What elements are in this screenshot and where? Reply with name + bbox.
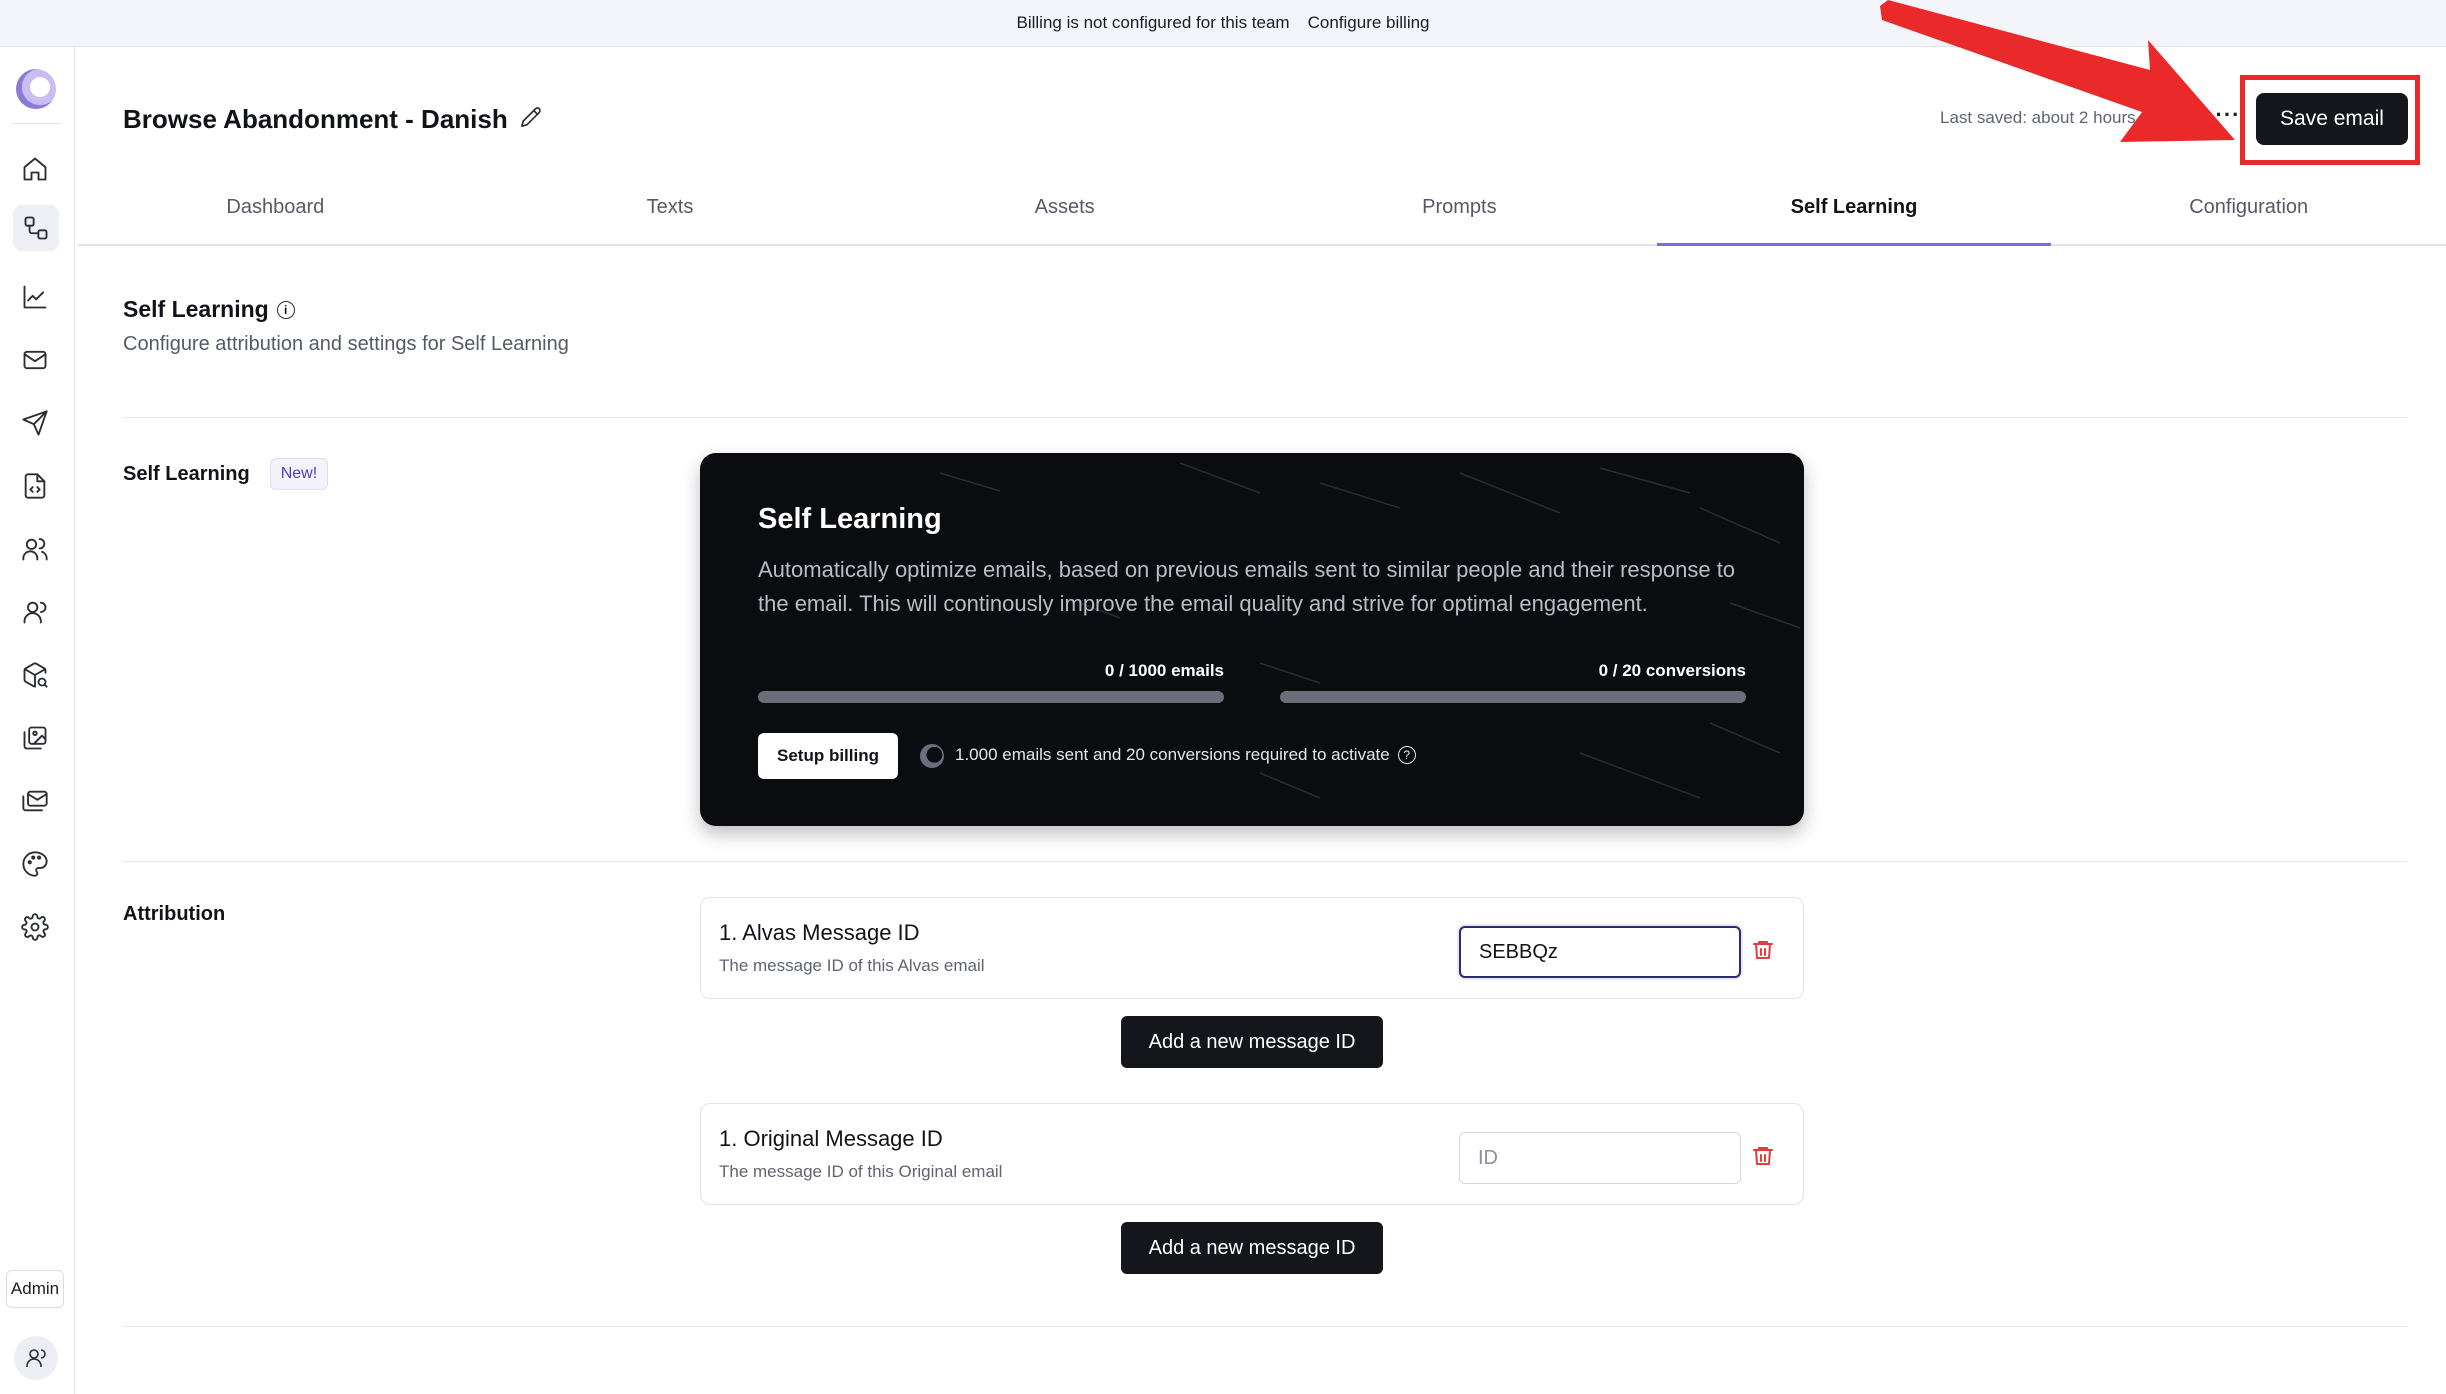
avatar[interactable] xyxy=(14,1336,58,1380)
activation-requirement: 1.000 emails sent and 20 conversions req… xyxy=(955,745,1416,765)
attr-subtitle: The message ID of this Alvas email xyxy=(719,956,985,975)
banner-message: Billing is not configured for this team xyxy=(1016,13,1290,32)
divider xyxy=(123,861,2407,862)
sidebar: Admin xyxy=(0,47,75,1394)
emails-progress-bar xyxy=(758,691,1224,703)
code-file-icon xyxy=(24,473,46,499)
info-icon[interactable]: i xyxy=(276,300,295,319)
attribution-label: Attribution xyxy=(123,903,225,926)
users-icon xyxy=(22,538,48,561)
package-search-icon xyxy=(23,662,48,688)
attr-subtitle: The message ID of this Original email xyxy=(719,1162,1003,1181)
card-description: Automatically optimize emails, based on … xyxy=(758,557,1736,616)
help-icon[interactable]: ? xyxy=(1397,746,1416,764)
sidebar-item-brand[interactable] xyxy=(19,848,51,880)
original-message-id-input[interactable] xyxy=(1459,1132,1741,1184)
tab-assets[interactable]: Assets xyxy=(867,180,1262,244)
admin-button[interactable]: Admin xyxy=(6,1270,64,1308)
tab-prompts[interactable]: Prompts xyxy=(1262,180,1657,244)
user-avatar-icon xyxy=(26,1349,46,1367)
mails-icon xyxy=(22,790,48,812)
sidebar-divider xyxy=(12,123,62,124)
image-icon xyxy=(23,726,47,750)
activation-requirement-text: 1.000 emails sent and 20 conversions req… xyxy=(955,745,1390,764)
card-title: Self Learning xyxy=(758,503,942,535)
send-icon xyxy=(22,410,48,436)
user-icon xyxy=(23,601,47,624)
annotation-arrow xyxy=(1880,0,2235,142)
pencil-icon xyxy=(521,107,541,127)
conversions-progress-bar xyxy=(1280,691,1746,703)
self-learning-label-text: Self Learning xyxy=(123,462,250,485)
tab-configuration[interactable]: Configuration xyxy=(2051,180,2446,244)
add-original-message-id-button[interactable]: Add a new message ID xyxy=(1121,1222,1383,1274)
new-badge: New! xyxy=(269,458,329,490)
page-title: Browse Abandonment - Danish xyxy=(123,104,508,134)
alvas-message-id-card: 1. Alvas Message ID The message ID of th… xyxy=(700,897,1804,999)
configure-billing-link[interactable]: Configure billing xyxy=(1308,13,1430,33)
self-learning-label: Self Learning New! xyxy=(123,458,329,490)
sidebar-item-media[interactable] xyxy=(19,722,51,754)
annotation-highlight-box xyxy=(2240,75,2420,165)
conversions-progress-label: 0 / 20 conversions xyxy=(1598,661,1746,680)
loading-spinner-icon xyxy=(920,744,944,768)
attr-title: 1. Alvas Message ID xyxy=(719,920,920,945)
sidebar-item-analytics[interactable] xyxy=(19,281,51,313)
sidebar-item-emails[interactable] xyxy=(19,344,51,376)
trash-icon xyxy=(1753,941,1773,959)
sidebar-item-settings[interactable] xyxy=(19,911,51,943)
alvas-message-id-input[interactable] xyxy=(1459,926,1741,978)
divider xyxy=(123,1326,2407,1327)
sidebar-item-inbox[interactable] xyxy=(19,785,51,817)
tab-bar: Dashboard Texts Assets Prompts Self Lear… xyxy=(78,180,2446,246)
sidebar-item-flows[interactable] xyxy=(13,205,59,251)
original-message-id-card: 1. Original Message ID The message ID of… xyxy=(700,1103,1804,1205)
sidebar-item-templates[interactable] xyxy=(19,470,51,502)
mail-icon xyxy=(23,350,47,370)
sidebar-item-products[interactable] xyxy=(19,659,51,691)
tab-dashboard[interactable]: Dashboard xyxy=(78,180,473,244)
attribution-label-text: Attribution xyxy=(123,903,226,925)
gear-icon xyxy=(21,913,49,941)
palette-icon xyxy=(22,851,48,877)
home-icon xyxy=(23,157,47,181)
tab-texts[interactable]: Texts xyxy=(473,180,868,244)
divider xyxy=(123,417,2407,418)
delete-alvas-id-button[interactable] xyxy=(1751,938,1779,966)
attr-title: 1. Original Message ID xyxy=(719,1126,943,1151)
sidebar-item-profiles[interactable] xyxy=(19,596,51,628)
section-title-text: Self Learning xyxy=(123,296,269,322)
edit-title-button[interactable] xyxy=(520,106,546,132)
sidebar-item-campaigns[interactable] xyxy=(19,407,51,439)
emails-progress-label: 0 / 1000 emails xyxy=(1104,661,1224,680)
flows-icon xyxy=(24,216,48,240)
app-logo[interactable] xyxy=(16,69,56,109)
chart-icon xyxy=(23,285,47,309)
tab-self-learning[interactable]: Self Learning xyxy=(1656,180,2052,246)
add-alvas-message-id-button[interactable]: Add a new message ID xyxy=(1121,1016,1383,1068)
section-title: Self Learning i xyxy=(123,296,295,323)
section-subtitle: Configure attribution and settings for S… xyxy=(123,333,569,355)
self-learning-card: Self Learning Automatically optimize ema… xyxy=(700,453,1804,826)
sidebar-item-home[interactable] xyxy=(19,153,51,185)
setup-billing-button[interactable]: Setup billing xyxy=(758,733,898,779)
sidebar-item-audiences[interactable] xyxy=(19,533,51,565)
trash-icon xyxy=(1753,1147,1773,1165)
delete-original-id-button[interactable] xyxy=(1751,1144,1779,1172)
